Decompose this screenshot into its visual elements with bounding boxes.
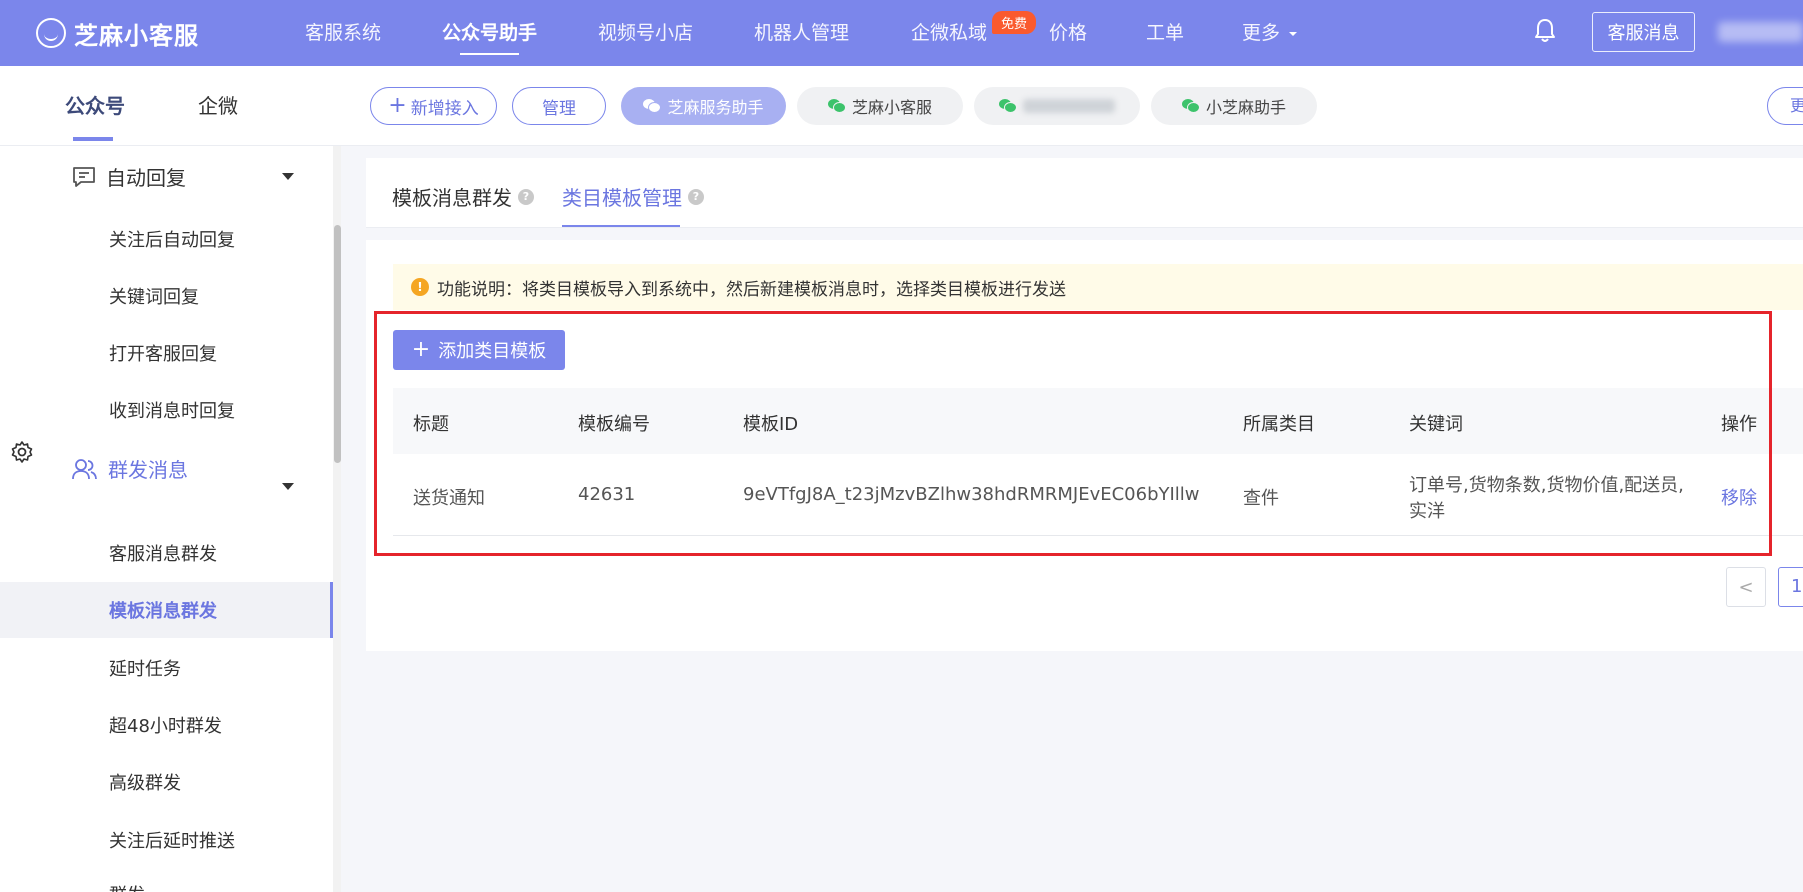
- tab-category-template[interactable]: 类目模板管理 ?: [562, 182, 704, 227]
- table-row: 送货通知 42631 9eVTfgJ8A_t23jMzvBZlhw38hdRMR…: [393, 454, 1803, 536]
- account-tab[interactable]: 小芝麻助手: [1151, 87, 1317, 125]
- pager-prev-button[interactable]: <: [1726, 567, 1766, 607]
- cell-keywords: 订单号,货物条数,货物价值,配送员,: [1409, 475, 1684, 496]
- account-label-blurred: [1023, 99, 1115, 113]
- sidebar-item[interactable]: 群发: [0, 866, 333, 892]
- add-access-button[interactable]: + 新增接入: [370, 87, 497, 125]
- pager-page-button[interactable]: 1: [1778, 567, 1803, 607]
- gear-icon[interactable]: [10, 440, 34, 464]
- add-button-label: 添加类目模板: [438, 341, 547, 362]
- notice-banner: ! 功能说明：将类目模板导入到系统中，然后新建模板消息时，选择类目模板进行发送: [393, 264, 1803, 310]
- wechat-icon: [827, 99, 846, 113]
- sidebar-group-label: 自动回复: [106, 166, 186, 190]
- account-tab-selected[interactable]: 芝麻服务助手: [621, 87, 786, 125]
- sidebar-item[interactable]: 关键词回复: [0, 268, 333, 324]
- nav-customer-service[interactable]: 客服系统: [305, 18, 381, 45]
- sidebar-item[interactable]: 高级群发: [0, 754, 333, 810]
- tab-official-account[interactable]: 公众号: [65, 90, 125, 141]
- column-header: 所属类目: [1243, 414, 1315, 435]
- sidebar-group-auto-reply[interactable]: 自动回复: [72, 162, 186, 191]
- nav-more-label: 更多: [1242, 22, 1281, 44]
- column-header: 模板ID: [743, 414, 799, 435]
- table-header: 标题 模板编号 模板ID 所属类目 关键词 操作: [393, 388, 1803, 454]
- nav-official-account[interactable]: 公众号助手: [442, 18, 537, 55]
- tab-template-mass[interactable]: 模板消息群发 ?: [392, 182, 534, 211]
- account-label: 芝麻服务助手: [667, 98, 764, 117]
- logo[interactable]: 芝麻小客服: [36, 16, 199, 50]
- nav-video-shop[interactable]: 视频号小店: [598, 18, 693, 45]
- manage-button[interactable]: 管理: [512, 87, 606, 125]
- tab-label: 模板消息群发: [392, 186, 512, 210]
- caret-down-icon[interactable]: [282, 483, 294, 490]
- wechat-icon: [1181, 99, 1200, 113]
- account-label: 芝麻小客服: [851, 98, 932, 117]
- column-header: 模板编号: [578, 414, 650, 435]
- tab-label: 类目模板管理: [562, 186, 682, 210]
- nav-ticket[interactable]: 工单: [1146, 18, 1184, 45]
- sidebar-item[interactable]: 延时任务: [0, 640, 333, 696]
- column-header: 操作: [1721, 414, 1757, 435]
- remove-link[interactable]: 移除: [1721, 484, 1757, 510]
- column-header: 标题: [413, 414, 449, 435]
- caret-down-icon[interactable]: [282, 173, 294, 180]
- cell-title: 送货通知: [413, 488, 485, 509]
- cell-template-id: 9eVTfgJ8A_t23jMzvBZlhw38hdRMRMJEvEC06bYI…: [743, 484, 1200, 505]
- chevron-down-icon: [1289, 31, 1298, 36]
- add-category-template-button[interactable]: + 添加类目模板: [393, 330, 565, 370]
- cell-keywords: 实洋: [1409, 501, 1445, 522]
- sidebar: 自动回复 关注后自动回复 关键词回复 打开客服回复 收到消息时回复 群发消息 客…: [0, 146, 335, 892]
- notice-text: 功能说明：将类目模板导入到系统中，然后新建模板消息时，选择类目模板进行发送: [437, 279, 1066, 300]
- sidebar-item[interactable]: 收到消息时回复: [0, 382, 333, 438]
- free-badge: 免费: [992, 11, 1037, 34]
- add-access-label: 新增接入: [410, 98, 479, 119]
- wechat-icon: [643, 99, 661, 113]
- content-panel: ! 功能说明：将类目模板导入到系统中，然后新建模板消息时，选择类目模板进行发送 …: [366, 240, 1803, 651]
- cell-number: 42631: [578, 484, 636, 505]
- wechat-icon: [999, 99, 1017, 113]
- user-name-blurred[interactable]: [1718, 22, 1803, 42]
- message-icon: [73, 166, 95, 187]
- logo-text: 芝麻小客服: [74, 21, 199, 50]
- plus-icon: +: [411, 337, 431, 362]
- sidebar-item-active[interactable]: 模板消息群发: [0, 582, 333, 638]
- sidebar-group-mass-message[interactable]: 群发消息: [72, 454, 188, 483]
- sidebar-item[interactable]: 打开客服回复: [0, 325, 333, 381]
- users-icon: [72, 458, 97, 479]
- help-icon[interactable]: ?: [518, 188, 534, 205]
- logo-icon: [36, 18, 66, 48]
- bell-icon[interactable]: [1533, 18, 1557, 44]
- sidebar-group-label: 群发消息: [108, 458, 188, 482]
- help-icon[interactable]: ?: [688, 188, 704, 205]
- warning-icon: !: [411, 278, 429, 296]
- account-tab[interactable]: 芝麻小客服: [797, 87, 963, 125]
- sidebar-item[interactable]: 客服消息群发: [0, 525, 333, 581]
- nav-more[interactable]: 更多: [1242, 18, 1298, 45]
- more-button[interactable]: 更: [1767, 87, 1803, 125]
- account-label: 小芝麻助手: [1205, 98, 1286, 117]
- sidebar-item[interactable]: 关注后自动回复: [0, 211, 333, 267]
- customer-message-button[interactable]: 客服消息: [1592, 12, 1695, 52]
- nav-price[interactable]: 价格: [1049, 18, 1087, 45]
- sidebar-item[interactable]: 超48小时群发: [0, 697, 333, 753]
- sidebar-item[interactable]: 关注后延时推送: [0, 812, 333, 868]
- cell-category: 查件: [1243, 488, 1279, 509]
- top-nav: 芝麻小客服 客服系统 公众号助手 视频号小店 机器人管理 企微私域 免费 价格 …: [0, 0, 1803, 66]
- account-bar: 公众号 企微 + 新增接入 管理 芝麻服务助手 芝麻小客服 小芝麻助手 更: [0, 66, 1803, 146]
- content-tabs: 模板消息群发 ? 类目模板管理 ?: [366, 158, 1803, 228]
- sidebar-scrollbar-thumb[interactable]: [334, 225, 341, 463]
- plus-icon: +: [388, 93, 407, 118]
- account-tab-blurred[interactable]: [974, 87, 1140, 125]
- tab-wecom[interactable]: 企微: [198, 90, 238, 119]
- column-header: 关键词: [1409, 414, 1463, 435]
- nav-robot[interactable]: 机器人管理: [754, 18, 849, 45]
- nav-wecom-private[interactable]: 企微私域: [911, 18, 987, 45]
